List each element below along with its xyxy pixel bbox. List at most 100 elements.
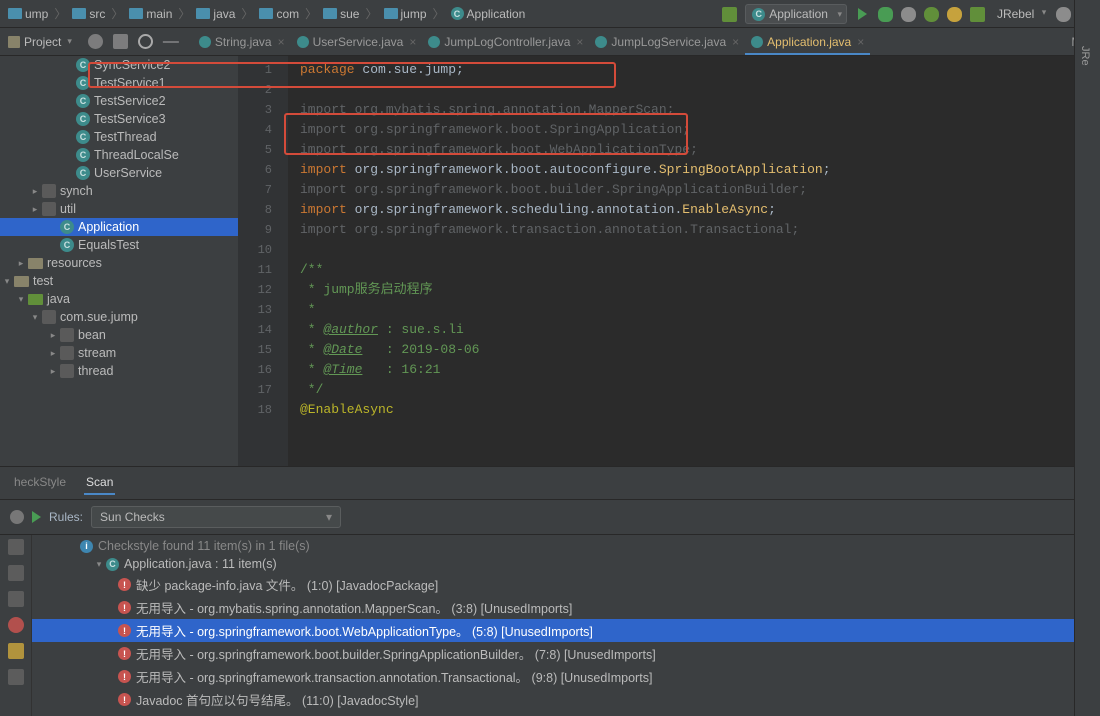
- chevron-icon[interactable]: [28, 312, 42, 323]
- close-icon[interactable]: ×: [278, 35, 285, 49]
- bc-item[interactable]: jump: [384, 7, 427, 21]
- error-icon: !: [118, 693, 131, 706]
- editor-tab[interactable]: Application.java×: [745, 31, 870, 55]
- bc-item[interactable]: com: [259, 7, 299, 21]
- tree-item[interactable]: CTestService3: [0, 110, 238, 128]
- panel-tool-icon[interactable]: [8, 643, 24, 659]
- folder-icon: [42, 202, 56, 216]
- chevron-icon[interactable]: [46, 348, 60, 359]
- class-icon: [199, 36, 211, 48]
- collapse-icon[interactable]: —: [163, 33, 179, 51]
- project-tree[interactable]: CSyncService2CTestService1CTestService2C…: [0, 56, 238, 466]
- bc-item[interactable]: sue: [323, 7, 359, 21]
- issue-row[interactable]: !缺少 package-info.java 文件。 (1:0) [Javadoc…: [32, 573, 1100, 596]
- issue-header[interactable]: iCheckstyle found 11 item(s) in 1 file(s…: [32, 537, 1100, 555]
- tree-item[interactable]: java: [0, 290, 238, 308]
- issue-row[interactable]: !Javadoc 首句应以句号结尾。 (11:0) [JavadocStyle]: [32, 688, 1100, 711]
- bc-item[interactable]: src: [72, 7, 105, 21]
- close-icon[interactable]: ×: [857, 35, 864, 49]
- close-icon[interactable]: ×: [576, 35, 583, 49]
- chevron-icon[interactable]: [14, 258, 28, 269]
- tree-item[interactable]: bean: [0, 326, 238, 344]
- hammer-icon[interactable]: [722, 7, 737, 22]
- class-icon: [297, 36, 309, 48]
- toolbar-icon[interactable]: [970, 7, 985, 22]
- tree-item[interactable]: CTestService2: [0, 92, 238, 110]
- issue-file[interactable]: CApplication.java : 11 item(s): [32, 555, 1100, 573]
- editor-tab[interactable]: JumpLogService.java×: [589, 31, 745, 55]
- bc-item[interactable]: main: [129, 7, 172, 21]
- folder-icon: [60, 328, 74, 342]
- gear-icon[interactable]: [138, 34, 153, 49]
- tree-item[interactable]: stream: [0, 344, 238, 362]
- tree-item[interactable]: CApplication: [0, 218, 238, 236]
- bc-item[interactable]: java: [196, 7, 235, 21]
- editor-tab[interactable]: UserService.java×: [291, 31, 423, 55]
- panel-tool-icon[interactable]: [8, 565, 24, 581]
- panel-tool-icon[interactable]: [8, 669, 24, 685]
- issues-tree[interactable]: iCheckstyle found 11 item(s) in 1 file(s…: [32, 535, 1100, 716]
- panel-tool-icon[interactable]: [8, 539, 24, 555]
- run-icon[interactable]: [855, 7, 870, 22]
- editor[interactable]: 123456789101112131415161718 package com.…: [238, 56, 1100, 466]
- class-icon: C: [76, 94, 90, 108]
- jrebel-dropdown[interactable]: JRebel: [993, 5, 1048, 23]
- close-icon[interactable]: [10, 510, 24, 524]
- tree-item[interactable]: test: [0, 272, 238, 290]
- tree-item[interactable]: CTestService1: [0, 74, 238, 92]
- editor-tab[interactable]: String.java×: [193, 31, 291, 55]
- rules-select[interactable]: Sun Checks: [91, 506, 341, 528]
- project-view-button[interactable]: Project: [0, 35, 80, 49]
- toolbar-icon[interactable]: [1056, 7, 1071, 22]
- chevron-down-icon[interactable]: [92, 559, 106, 570]
- class-icon: C: [76, 112, 90, 126]
- tool-window-label[interactable]: JRe: [1075, 40, 1095, 72]
- target-icon[interactable]: [88, 34, 103, 49]
- issue-row[interactable]: !未知标签 'Date' 。 (15:4) [JavadocType]: [32, 711, 1100, 716]
- toolbar-icon[interactable]: [901, 7, 916, 22]
- class-icon: C: [60, 220, 74, 234]
- tree-item[interactable]: CThreadLocalSe: [0, 146, 238, 164]
- close-icon[interactable]: ×: [409, 35, 416, 49]
- tree-item[interactable]: synch: [0, 182, 238, 200]
- toolbar-icon[interactable]: [947, 7, 962, 22]
- folder-icon: [42, 184, 56, 198]
- chevron-icon[interactable]: [46, 330, 60, 341]
- debug-icon[interactable]: [878, 7, 893, 22]
- bc-item[interactable]: ump: [8, 7, 48, 21]
- tree-item[interactable]: thread: [0, 362, 238, 380]
- panel-tab-scan[interactable]: Scan: [84, 471, 115, 495]
- tree-item[interactable]: CSyncService2: [0, 56, 238, 74]
- panel-tab-checkstyle[interactable]: heckStyle: [12, 471, 68, 495]
- chevron-icon[interactable]: [14, 294, 28, 305]
- issue-row[interactable]: !无用导入 - org.springframework.boot.WebAppl…: [32, 619, 1100, 642]
- tree-item[interactable]: CTestThread: [0, 128, 238, 146]
- tree-item[interactable]: CUserService: [0, 164, 238, 182]
- chevron-icon[interactable]: [0, 276, 14, 287]
- expand-icon[interactable]: [113, 34, 128, 49]
- right-toolwindow-bar[interactable]: JRe: [1074, 0, 1100, 716]
- toolbar-icon[interactable]: [924, 7, 939, 22]
- line-gutter: 123456789101112131415161718: [238, 56, 288, 466]
- issue-row[interactable]: !无用导入 - org.springframework.boot.builder…: [32, 642, 1100, 665]
- tree-item[interactable]: resources: [0, 254, 238, 272]
- issue-row[interactable]: !无用导入 - org.springframework.transaction.…: [32, 665, 1100, 688]
- folder-icon: [323, 8, 337, 19]
- chevron-icon[interactable]: [46, 366, 60, 377]
- bc-file[interactable]: CApplication: [451, 7, 526, 21]
- tree-item[interactable]: util: [0, 200, 238, 218]
- panel-tool-icon[interactable]: [8, 591, 24, 607]
- panel-tool-icon[interactable]: [8, 617, 24, 633]
- folder-icon: [129, 8, 143, 19]
- class-icon: [751, 36, 763, 48]
- close-icon[interactable]: ×: [732, 35, 739, 49]
- code-area[interactable]: package com.sue.jump; import org.mybatis…: [288, 56, 1100, 466]
- editor-tab[interactable]: JumpLogController.java×: [422, 31, 589, 55]
- chevron-icon[interactable]: [28, 186, 42, 197]
- chevron-icon[interactable]: [28, 204, 42, 215]
- issue-row[interactable]: !无用导入 - org.mybatis.spring.annotation.Ma…: [32, 596, 1100, 619]
- tree-item[interactable]: CEqualsTest: [0, 236, 238, 254]
- run-config-selector[interactable]: CApplication: [745, 4, 847, 24]
- play-icon[interactable]: [32, 511, 41, 523]
- tree-item[interactable]: com.sue.jump: [0, 308, 238, 326]
